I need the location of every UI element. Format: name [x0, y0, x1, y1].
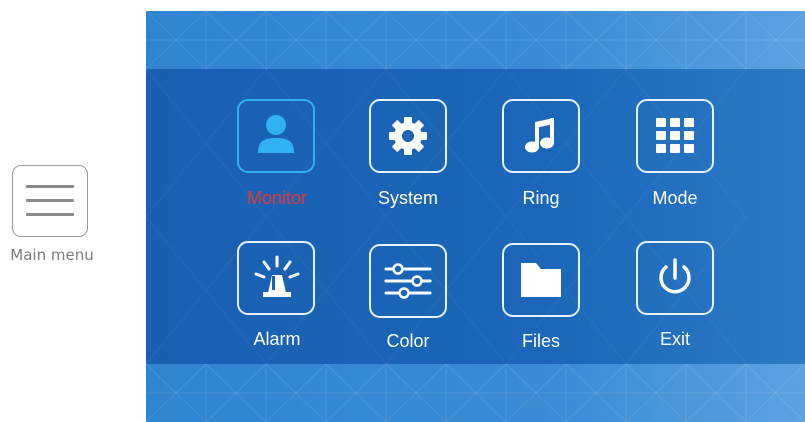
- background-pattern: [146, 11, 805, 422]
- ring-label: Ring: [522, 188, 560, 208]
- system-label: System: [377, 188, 438, 208]
- person-icon: [258, 115, 294, 153]
- mode-button[interactable]: [636, 99, 714, 173]
- side-caption: Main menu: [10, 246, 94, 264]
- folder-icon: [521, 263, 561, 297]
- mode-label: Mode: [652, 188, 698, 208]
- device-screen: Monitor System Ring Mode Alarm Color Fil…: [146, 11, 805, 422]
- alarm-label: Alarm: [253, 329, 301, 349]
- monitor-button[interactable]: [237, 99, 315, 173]
- color-button[interactable]: [369, 244, 447, 318]
- files-label: Files: [521, 331, 560, 351]
- files-button[interactable]: [502, 243, 580, 317]
- exit-button[interactable]: [636, 241, 714, 315]
- sliders-icon: [384, 263, 432, 299]
- monitor-label: Monitor: [246, 188, 308, 208]
- gear-icon: [389, 117, 427, 155]
- system-button[interactable]: [369, 99, 447, 173]
- color-label: Color: [386, 331, 430, 351]
- hamburger-menu-icon: [12, 165, 88, 237]
- alarm-button[interactable]: [237, 241, 315, 315]
- grid-icon: [656, 118, 694, 153]
- exit-label: Exit: [659, 329, 690, 349]
- ring-button[interactable]: [502, 99, 580, 173]
- music-note-icon: [525, 118, 554, 153]
- alarm-siren-icon: [254, 255, 300, 297]
- power-icon: [659, 258, 691, 294]
